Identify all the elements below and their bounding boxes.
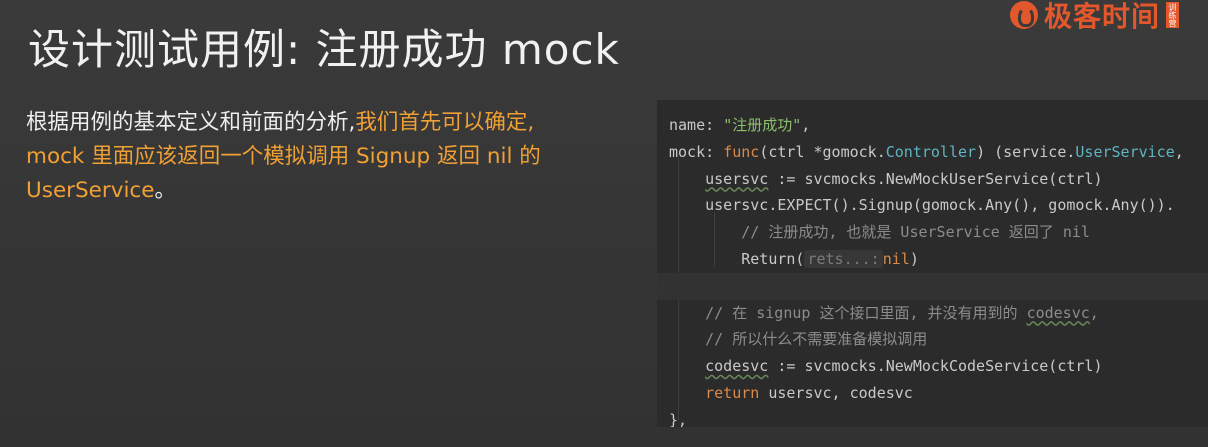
desc-highlight-1: 我们首先可以确定, (355, 110, 535, 135)
code-line: name: "注册成功", (669, 116, 811, 134)
brand-logo: 极客时间 训练营 (1010, 0, 1180, 33)
code-line: usersvc.EXPECT().Signup(gomock.Any(), go… (705, 196, 1175, 215)
code-line: mock: func(ctrl *gomock.Controller) (ser… (669, 142, 1184, 161)
slide-title: 设计测试用例: 注册成功 mock (28, 25, 620, 74)
desc-highlight-3: UserService (26, 178, 155, 203)
slide-description: 根据用例的基本定义和前面的分析,我们首先可以确定, mock 里面应该返回一个模… (26, 106, 626, 208)
code-line: return usersvc, codesvc (705, 383, 913, 402)
code-line: codesvc := svcmocks.NewMockCodeService(c… (705, 357, 1103, 376)
code-line: Return(rets...: nil) (741, 249, 919, 268)
logo-subtext: 训练营 (1166, 2, 1180, 28)
desc-normal: 根据用例的基本定义和前面的分析, (26, 110, 356, 135)
code-line-current (657, 272, 1208, 300)
logo-text: 极客时间 (1044, 0, 1161, 33)
logo-mark-icon (1010, 1, 1038, 29)
code-line: }, (669, 410, 688, 427)
desc-highlight-2: mock 里面应该返回一个模拟调用 Signup 返回 nil 的 (26, 144, 541, 169)
code-line: // 所以什么不需要准备模拟调用 (705, 330, 928, 349)
code-line: usersvc := svcmocks.NewMockUserService(c… (705, 169, 1103, 188)
code-line: // 在 signup 这个接口里面, 并没有用到的 codesvc, (705, 303, 1099, 322)
desc-end: 。 (154, 178, 176, 203)
code-block: name: "注册成功", mock: func(ctrl *gomock.Co… (657, 100, 1208, 427)
inlay-hint: rets...: (804, 249, 883, 268)
code-line: // 注册成功, 也就是 UserService 返回了 nil (741, 223, 1090, 242)
